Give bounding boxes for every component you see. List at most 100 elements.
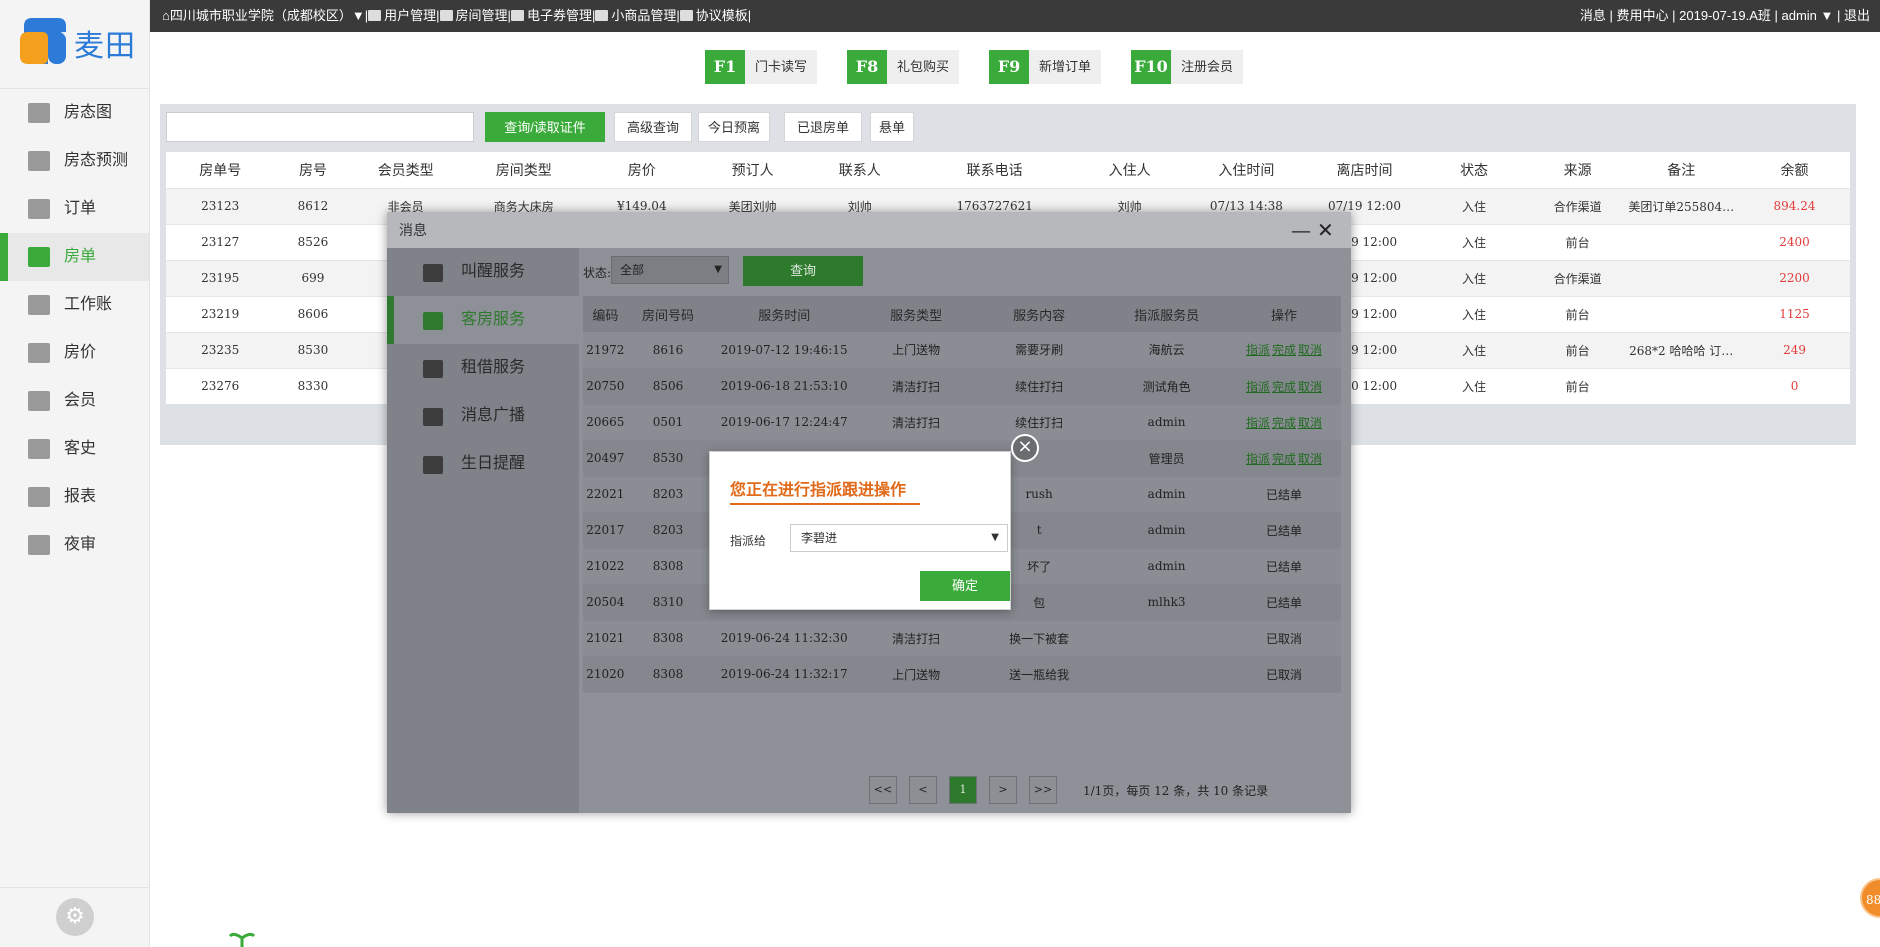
column-header[interactable]: 状态 xyxy=(1416,152,1532,188)
table-cell: 2400 xyxy=(1739,223,1850,260)
table-cell: 0 xyxy=(1739,367,1850,404)
top-nav-item[interactable]: 电子券管理 xyxy=(510,0,592,32)
fkey-gift-buy[interactable]: F8 礼包购买 xyxy=(847,50,959,84)
column-header[interactable]: 房号 xyxy=(274,152,352,188)
sidebar-item[interactable]: 订单 xyxy=(0,185,149,233)
assign-link[interactable]: 指派 xyxy=(1246,343,1270,357)
message-nav-item[interactable]: 消息广播 xyxy=(387,392,579,440)
complete-link[interactable]: 完成 xyxy=(1272,452,1296,466)
table-cell: 8310 xyxy=(627,584,709,621)
assignee-value: 李碧进 xyxy=(801,531,838,545)
table-row: 20750 8506 2019-06-18 21:53:10 清洁打扫 续住打扫 测试角色… xyxy=(583,368,1341,405)
chevron-down-icon: ▼ xyxy=(991,532,999,543)
complete-link[interactable]: 完成 xyxy=(1272,343,1296,357)
logo-text: 麦田 xyxy=(74,29,136,64)
top-nav-item[interactable]: 小商品管理 xyxy=(595,0,676,32)
fkey-text: 新增订单 xyxy=(1039,59,1092,74)
column-header[interactable]: 离店时间 xyxy=(1312,152,1417,188)
assign-link[interactable]: 指派 xyxy=(1246,452,1270,466)
table-cell: 需要牙刷 xyxy=(972,332,1107,369)
sidebar-item[interactable]: 会员 xyxy=(0,377,149,425)
table-cell: 1125 xyxy=(1739,295,1850,332)
message-nav-item[interactable]: 客房服务 xyxy=(387,296,579,344)
table-cell: 已结单 xyxy=(1226,512,1341,549)
refunded-orders-button[interactable]: 已退房单 xyxy=(784,112,862,142)
sidebar-item[interactable]: 夜审 xyxy=(0,521,149,569)
sidebar-item[interactable]: 房单 xyxy=(0,233,149,281)
table-cell: 上门送物 xyxy=(860,656,973,693)
table-cell: 入住 xyxy=(1416,367,1532,404)
cancel-link[interactable]: 取消 xyxy=(1298,452,1322,466)
column-header[interactable]: 房单号 xyxy=(166,152,275,188)
sidebar-item[interactable]: 报表 xyxy=(0,473,149,521)
query-read-id-button[interactable]: 查询/读取证件 xyxy=(485,112,605,142)
prev-page-button[interactable]: < xyxy=(909,776,937,804)
top-nav-item[interactable]: 协议模板 xyxy=(679,0,748,32)
confirm-button[interactable]: 确定 xyxy=(920,571,1010,601)
top-nav-item[interactable]: ⌂ 四川城市职业学院（成都校区）▼ xyxy=(162,0,365,32)
current-page-button[interactable]: 1 xyxy=(949,776,977,804)
top-right-menu[interactable]: 消息 | 费用中心 | 2019-07-19.A班 | admin ▼ | 退出 xyxy=(1580,0,1870,32)
sidebar-item[interactable]: 客史 xyxy=(0,425,149,473)
column-header[interactable]: 入住人 xyxy=(1079,152,1181,188)
notification-badge[interactable]: 88 xyxy=(1860,878,1880,918)
table-cell: 前台 xyxy=(1531,331,1624,368)
assign-link[interactable]: 指派 xyxy=(1246,380,1270,394)
building-icon xyxy=(28,103,50,123)
column-header[interactable]: 联系电话 xyxy=(910,152,1079,188)
status-select[interactable]: 全部 ▼ xyxy=(611,256,729,284)
chevron-down-icon: ▼ xyxy=(714,264,722,275)
fkey-register-member[interactable]: F10 注册会员 xyxy=(1131,50,1243,84)
complete-link[interactable]: 完成 xyxy=(1272,416,1296,430)
suspended-orders-button[interactable]: 悬单 xyxy=(870,112,914,142)
report-chart-icon xyxy=(28,487,50,507)
gear-icon[interactable]: ⚙ xyxy=(56,898,94,936)
next-page-button[interactable]: > xyxy=(989,776,1017,804)
last-page-button[interactable]: >> xyxy=(1029,776,1057,804)
table-cell: admin xyxy=(1106,404,1227,441)
fkey-text: 礼包购买 xyxy=(897,59,950,74)
assignee-select[interactable]: 李碧进 ▼ xyxy=(790,524,1008,552)
cancel-link[interactable]: 取消 xyxy=(1298,343,1322,357)
column-header[interactable]: 房价 xyxy=(587,152,696,188)
column-header[interactable]: 预订人 xyxy=(695,152,810,188)
sidebar-item[interactable]: 房态图 xyxy=(0,89,149,137)
search-input[interactable] xyxy=(166,112,474,142)
price-bag-icon xyxy=(28,343,50,363)
cancel-link[interactable]: 取消 xyxy=(1298,380,1322,394)
column-header[interactable]: 余额 xyxy=(1739,152,1850,188)
message-nav-item[interactable]: 租借服务 xyxy=(387,344,579,392)
column-header: 指派服务员 xyxy=(1106,296,1227,332)
table-cell: 8330 xyxy=(274,367,352,404)
table-cell: 8616 xyxy=(627,332,709,369)
assign-link[interactable]: 指派 xyxy=(1246,416,1270,430)
message-nav-item[interactable]: 叫醒服务 xyxy=(387,248,579,296)
close-icon[interactable]: ✕ xyxy=(1317,212,1334,248)
today-departure-button[interactable]: 今日预离 xyxy=(698,112,770,142)
sidebar-item[interactable]: 工作账 xyxy=(0,281,149,329)
column-header[interactable]: 备注 xyxy=(1623,152,1740,188)
advanced-query-button[interactable]: 高级查询 xyxy=(614,112,692,142)
fkey-new-order[interactable]: F9 新增订单 xyxy=(989,50,1101,84)
column-header[interactable]: 入住时间 xyxy=(1180,152,1313,188)
top-nav-item[interactable]: 用户管理 xyxy=(368,0,436,32)
column-header[interactable]: 房间类型 xyxy=(459,152,588,188)
service-query-button[interactable]: 查询 xyxy=(743,256,863,286)
fkey-text: 门卡读写 xyxy=(755,59,808,74)
first-page-button[interactable]: << xyxy=(869,776,897,804)
table-cell: 上门送物 xyxy=(860,332,973,369)
sidebar-item[interactable]: 房态预测 xyxy=(0,137,149,185)
document-icon xyxy=(28,247,50,267)
minimize-icon[interactable]: — xyxy=(1291,212,1311,248)
table-cell: 23276 xyxy=(166,367,275,404)
sidebar-item[interactable]: 房价 xyxy=(0,329,149,377)
dialog-close-icon[interactable]: × xyxy=(1011,434,1039,462)
complete-link[interactable]: 完成 xyxy=(1272,380,1296,394)
fkey-card-rw[interactable]: F1 门卡读写 xyxy=(705,50,817,84)
column-header[interactable]: 会员类型 xyxy=(351,152,460,188)
message-nav-item[interactable]: 生日提醒 xyxy=(387,440,579,488)
top-nav-item[interactable]: 房间管理 xyxy=(439,0,508,32)
column-header[interactable]: 来源 xyxy=(1531,152,1624,188)
cancel-link[interactable]: 取消 xyxy=(1298,416,1322,430)
column-header[interactable]: 联系人 xyxy=(809,152,911,188)
